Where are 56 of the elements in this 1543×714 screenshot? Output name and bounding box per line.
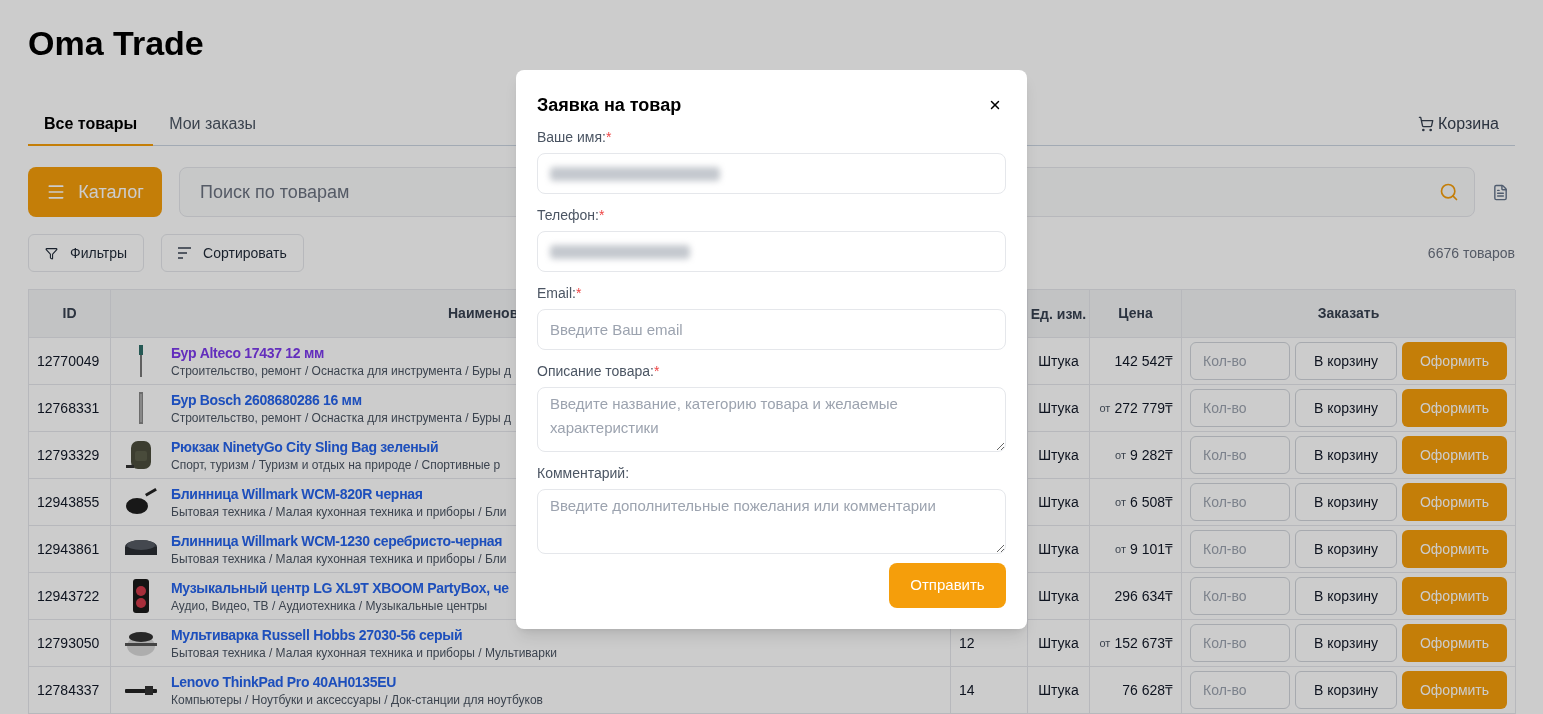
table-cell-text: Штука	[1038, 633, 1079, 653]
column-header: Заказать	[1317, 304, 1380, 323]
price-prefix: от	[1115, 541, 1126, 557]
table-cell-text: Штука	[1038, 492, 1079, 512]
required-mark: *	[598, 207, 605, 224]
field-label: Ваше имя:	[537, 129, 606, 146]
price-prefix: от	[1099, 400, 1111, 416]
price-value: 6 508₸	[1129, 492, 1173, 512]
price-value: 296 634₸	[1114, 586, 1173, 606]
table-cell-text: 12793050	[37, 633, 100, 653]
table-cell-text: 12943722	[37, 586, 100, 606]
field-label: Комментарий:	[537, 465, 630, 482]
price-value: 9 101₸	[1129, 539, 1173, 559]
required-mark: *	[605, 129, 612, 146]
table-cell-text: Штука	[1038, 445, 1079, 465]
price-value: 142 542₸	[1114, 351, 1173, 371]
column-header: Ед. изм.	[1030, 304, 1087, 323]
table-cell-text: 12793329	[37, 445, 100, 465]
price-prefix: от	[1115, 494, 1126, 510]
category-path: Бытовая техника / Малая кухонная техника и приборы / Бли	[171, 551, 507, 567]
price-value: 272 779₸	[1114, 398, 1173, 418]
table-cell-text: Штука	[1038, 539, 1079, 559]
table-cell-text: 12768331	[37, 398, 100, 418]
app-title: Oma Trade	[28, 23, 205, 64]
table-cell-text: 14	[959, 680, 975, 700]
price-prefix: от	[1115, 447, 1126, 463]
field-label: Описание товара:	[537, 363, 654, 380]
table-cell-text: 12784337	[37, 680, 100, 700]
price-value: 76 628₸	[1122, 680, 1173, 700]
table-cell-text: 12943861	[37, 539, 100, 559]
table-cell-text: Штука	[1038, 586, 1079, 606]
category-path: Спорт, туризм / Туризм и отдых на природе / Спортивные р	[171, 457, 501, 473]
table-cell-text: 12770049	[37, 351, 100, 371]
category-path: Аудио, Видео, ТВ / Аудиотехника / Музыкальные центры	[171, 598, 489, 614]
price-value: 152 673₸	[1114, 633, 1173, 653]
category-path: Бытовая техника / Малая кухонная техника и приборы / Мультиварки	[171, 645, 557, 661]
table-cell-text: Штука	[1038, 351, 1079, 371]
price-prefix: от	[1099, 635, 1111, 651]
category-path: Бытовая техника / Малая кухонная техника и приборы / Бли	[171, 504, 507, 520]
column-header: Наименов	[448, 304, 519, 323]
category-path: Строительство, ремонт / Оснастка для инструмента / Буры д	[171, 410, 511, 426]
required-mark: *	[653, 363, 660, 380]
column-header: ID	[62, 304, 77, 323]
field-label: Email:	[537, 285, 576, 302]
column-header: Цена	[1118, 304, 1153, 323]
price-value: 9 282₸	[1129, 445, 1173, 465]
table-cell-text: Штука	[1038, 398, 1079, 418]
table-cell-text: 12	[959, 633, 975, 653]
field-label: Телефон:	[537, 207, 599, 224]
product-count: 6676 товаров	[1427, 243, 1515, 263]
table-cell-text: Штука	[1038, 680, 1079, 700]
table-cell-text: 12943855	[37, 492, 100, 512]
dialog-title: Заявка на товар	[537, 94, 682, 117]
required-mark: *	[575, 285, 582, 302]
category-path: Компьютеры / Ноутбуки и аксессуары / Док-станции для ноутбуков	[171, 692, 543, 708]
category-path: Строительство, ремонт / Оснастка для инструмента / Буры д	[171, 363, 511, 379]
